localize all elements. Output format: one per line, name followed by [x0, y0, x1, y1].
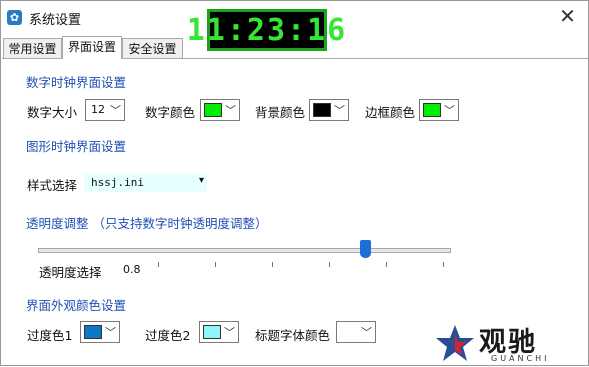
- style-label: 样式选择: [27, 178, 78, 193]
- tab-general[interactable]: 常用设置: [3, 38, 62, 58]
- slider-tick: [386, 262, 387, 267]
- gradient1-swatch: [84, 325, 102, 339]
- opacity-slider-track[interactable]: [38, 248, 451, 253]
- bg-color-swatch: [313, 103, 331, 117]
- chevron-down-icon: ﹀: [444, 104, 455, 117]
- digital-clock-preview: 11:23:16: [187, 9, 345, 51]
- digit-color-picker[interactable]: ﹀: [200, 99, 240, 121]
- style-value: hssj.ini: [91, 176, 144, 189]
- gradient1-label: 过度色1: [27, 328, 73, 343]
- close-icon: ✕: [559, 4, 576, 28]
- chevron-down-icon: ﹀: [224, 326, 235, 339]
- title-font-color-label: 标题字体颜色: [255, 328, 331, 343]
- border-color-swatch: [423, 103, 441, 117]
- bg-color-label: 背景颜色: [255, 105, 306, 120]
- border-color-picker[interactable]: ﹀: [419, 99, 459, 121]
- gradient2-swatch: [203, 325, 221, 339]
- digit-size-label: 数字大小: [27, 105, 78, 120]
- title-font-color-picker[interactable]: ﹀: [336, 321, 376, 343]
- tab-interface[interactable]: 界面设置: [62, 36, 122, 59]
- watermark-logo: 观驰 GUANCHI: [435, 320, 575, 366]
- slider-tick: [329, 262, 330, 267]
- gradient2-color-picker[interactable]: ﹀: [199, 321, 239, 343]
- slider-tick: [443, 262, 444, 267]
- gradient2-label: 过度色2: [145, 328, 191, 343]
- title-font-color-swatch: [340, 325, 358, 339]
- appearance-heading: 界面外观颜色设置: [26, 298, 127, 313]
- slider-tick: [272, 262, 273, 267]
- opacity-label: 透明度选择: [39, 265, 102, 280]
- opacity-slider-thumb[interactable]: [359, 240, 371, 258]
- clock-time: 11:23:16: [186, 12, 348, 48]
- chevron-down-icon: ﹀: [225, 104, 236, 117]
- chevron-down-icon: ﹀: [105, 326, 116, 339]
- style-select[interactable]: hssj.ini ▾: [84, 174, 207, 192]
- graphic-clock-heading: 图形时钟界面设置: [26, 139, 127, 154]
- star-logo-icon: [436, 325, 474, 361]
- digit-size-value: 12: [91, 103, 105, 116]
- digit-size-select[interactable]: 12 ﹀: [85, 99, 125, 121]
- bg-color-picker[interactable]: ﹀: [309, 99, 349, 121]
- chevron-down-icon: ﹀: [110, 104, 121, 117]
- opacity-heading: 透明度调整 （只支持数字时钟透明度调整）: [26, 216, 268, 231]
- close-button[interactable]: ✕: [546, 0, 589, 32]
- dropdown-arrow-icon: ▾: [198, 175, 204, 186]
- opacity-value: 0.8: [123, 263, 141, 276]
- tab-security[interactable]: 安全设置: [122, 38, 183, 58]
- digit-color-label: 数字颜色: [145, 105, 196, 120]
- digital-clock-heading: 数字时钟界面设置: [26, 75, 127, 90]
- slider-tick: [215, 262, 216, 267]
- chevron-down-icon: ﹀: [334, 104, 345, 117]
- window-title: 系统设置: [29, 13, 82, 28]
- slider-tick: [158, 262, 159, 267]
- chevron-down-icon: ﹀: [361, 326, 372, 339]
- gradient1-color-picker[interactable]: ﹀: [80, 321, 120, 343]
- digit-color-swatch: [204, 103, 222, 117]
- gear-icon: ✿: [7, 10, 22, 25]
- watermark-en: GUANCHI: [491, 354, 550, 363]
- border-color-label: 边框颜色: [365, 105, 416, 120]
